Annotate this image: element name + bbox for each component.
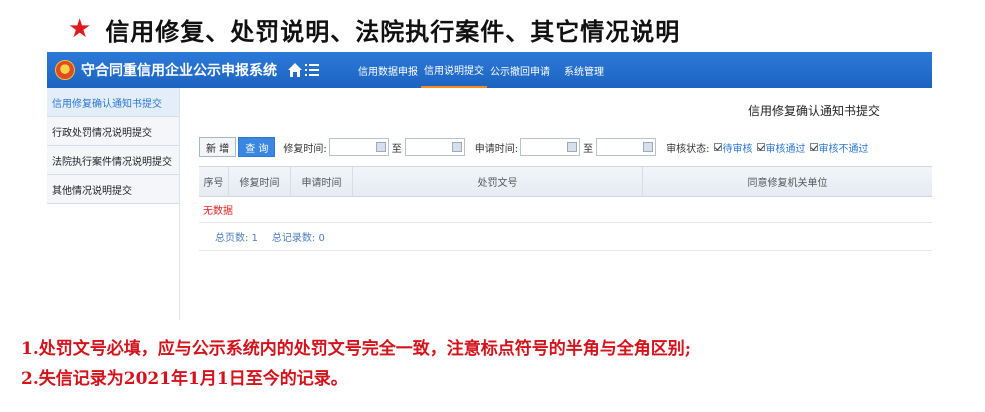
total-records: 总记录数: 0 [271,233,325,244]
add-button[interactable]: 新 增 [199,137,237,157]
status-pending-checkbox[interactable]: 待审核 [713,140,753,155]
checkbox-icon [756,143,765,151]
calendar-icon[interactable] [643,142,654,152]
table-header: 序号 修复时间 申请时间 处罚文号 同意修复机关单位 [199,166,932,197]
checkbox-icon [809,143,818,151]
app-screenshot: 守合同重信用企业公示申报系统 信用数据申报 信用说明提交 公示撤回申请 系统管理… [47,52,932,320]
nav-credit-data[interactable]: 信用数据申报 [355,52,421,88]
checkbox-label: 待审核 [722,143,753,155]
apply-start-date-input[interactable] [520,138,581,156]
column-header[interactable]: 修复时间 [229,166,291,197]
repair-time-label: 修复时间: [283,143,327,155]
column-header[interactable]: 申请时间 [291,166,353,197]
apply-end-date-input[interactable] [596,138,657,156]
top-nav: 信用数据申报 信用说明提交 公示撤回申请 系统管理 [355,52,607,88]
emblem-icon [55,60,75,80]
calendar-icon[interactable] [375,142,386,152]
form-title: 信用修复确认通知书提交 [747,104,880,118]
status-rejected-checkbox[interactable]: 审核不通过 [809,140,869,155]
notes: 1.处罚文号必填，应与公示系统内的处罚文号完全一致，注意标点符号的半角与全角区别… [21,334,691,394]
checkbox-label: 审核通过 [765,143,806,155]
sidebar-item-credit-repair[interactable]: 信用修复确认通知书提交 [47,88,179,117]
nav-credit-explanation[interactable]: 信用说明提交 [421,52,487,88]
empty-message: 无数据 [199,197,932,223]
main-panel: 信用修复确认通知书提交 新 增 查 询 修复时间: 至 申请时间: 至 审核状态… [187,88,932,320]
checkbox-icon [713,143,722,151]
top-bar: 守合同重信用企业公示申报系统 信用数据申报 信用说明提交 公示撤回申请 系统管理 [47,52,932,88]
calendar-icon[interactable] [451,142,462,152]
note-item: 2.失信记录为2021年1月1日至今的记录。 [21,369,348,389]
column-header[interactable]: 序号 [199,166,229,197]
system-title: 守合同重信用企业公示申报系统 [81,63,277,79]
sidebar-item-other[interactable]: 其他情况说明提交 [47,175,179,204]
repair-start-date-input[interactable] [328,138,389,156]
search-toolbar: 新 增 查 询 修复时间: 至 申请时间: 至 审核状态: 待审核 审核通过 审… [199,137,869,157]
to-label: 至 [583,143,594,155]
column-header[interactable]: 同意修复机关单位 [643,167,932,197]
star-icon: ★ [68,14,92,44]
sidebar: 信用修复确认通知书提交 行政处罚情况说明提交 法院执行案件情况说明提交 其他情况… [47,88,180,320]
column-header[interactable]: 处罚文号 [353,166,643,197]
calendar-icon[interactable] [567,142,578,152]
to-label: 至 [391,143,402,155]
home-icon[interactable] [287,62,303,78]
total-pages: 总页数: 1 [215,233,258,244]
nav-withdraw-request[interactable]: 公示撤回申请 [487,52,553,88]
note-item: 1.处罚文号必填，应与公示系统内的处罚文号完全一致，注意标点符号的半角与全角区别… [21,339,692,359]
pager: 总页数: 1 总记录数: 0 [199,223,932,251]
sidebar-item-admin-penalty[interactable]: 行政处罚情况说明提交 [47,117,179,146]
data-table: 序号 修复时间 申请时间 处罚文号 同意修复机关单位 无数据 总页数: 1 总记… [199,166,932,251]
slide-title: ★ 信用修复、处罚说明、法院执行案件、其它情况说明 [68,12,680,46]
nav-system-admin[interactable]: 系统管理 [561,52,607,88]
query-button[interactable]: 查 询 [238,137,276,157]
menu-icon[interactable] [305,64,319,76]
slide-title-text: 信用修复、处罚说明、法院执行案件、其它情况说明 [105,16,681,46]
apply-time-label: 申请时间: [474,143,519,155]
checkbox-label: 审核不通过 [818,143,869,155]
sidebar-item-court-case[interactable]: 法院执行案件情况说明提交 [47,146,179,175]
status-label: 审核状态: [666,143,710,155]
status-approved-checkbox[interactable]: 审核通过 [756,140,806,155]
repair-end-date-input[interactable] [404,138,465,156]
